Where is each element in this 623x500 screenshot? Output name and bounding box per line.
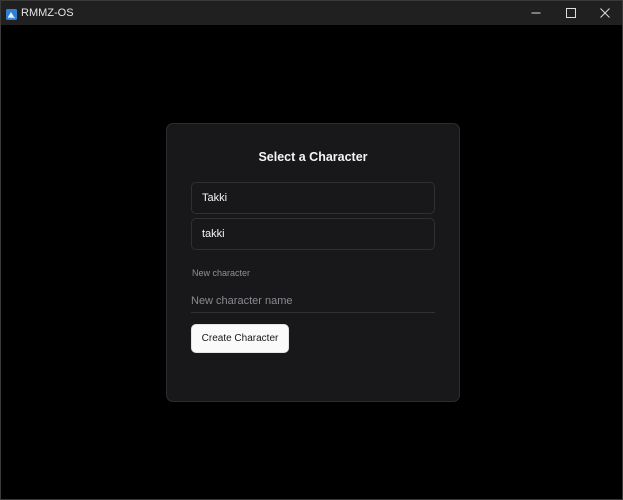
app-window: RMMZ-OS Select a Character Takki takki N… (0, 0, 623, 500)
maximize-button[interactable] (552, 1, 590, 25)
window-title: RMMZ-OS (21, 7, 74, 19)
character-name: takki (202, 228, 225, 240)
character-name: Takki (202, 192, 228, 204)
maximize-icon (566, 8, 576, 18)
minimize-icon (531, 12, 541, 14)
close-icon (600, 8, 610, 18)
title-bar[interactable]: RMMZ-OS (1, 1, 622, 25)
character-item-takki-lowercase[interactable]: takki (191, 218, 435, 250)
close-button[interactable] (586, 1, 623, 25)
character-select-card: Select a Character Takki takki New chara… (166, 123, 460, 402)
minimize-button[interactable] (517, 1, 555, 25)
character-item-takki[interactable]: Takki (191, 182, 435, 214)
new-character-name-input[interactable] (191, 289, 435, 313)
new-character-label: New character (192, 268, 251, 278)
create-character-button[interactable]: Create Character (191, 324, 289, 353)
app-icon (6, 7, 17, 20)
card-title: Select a Character (258, 150, 368, 164)
